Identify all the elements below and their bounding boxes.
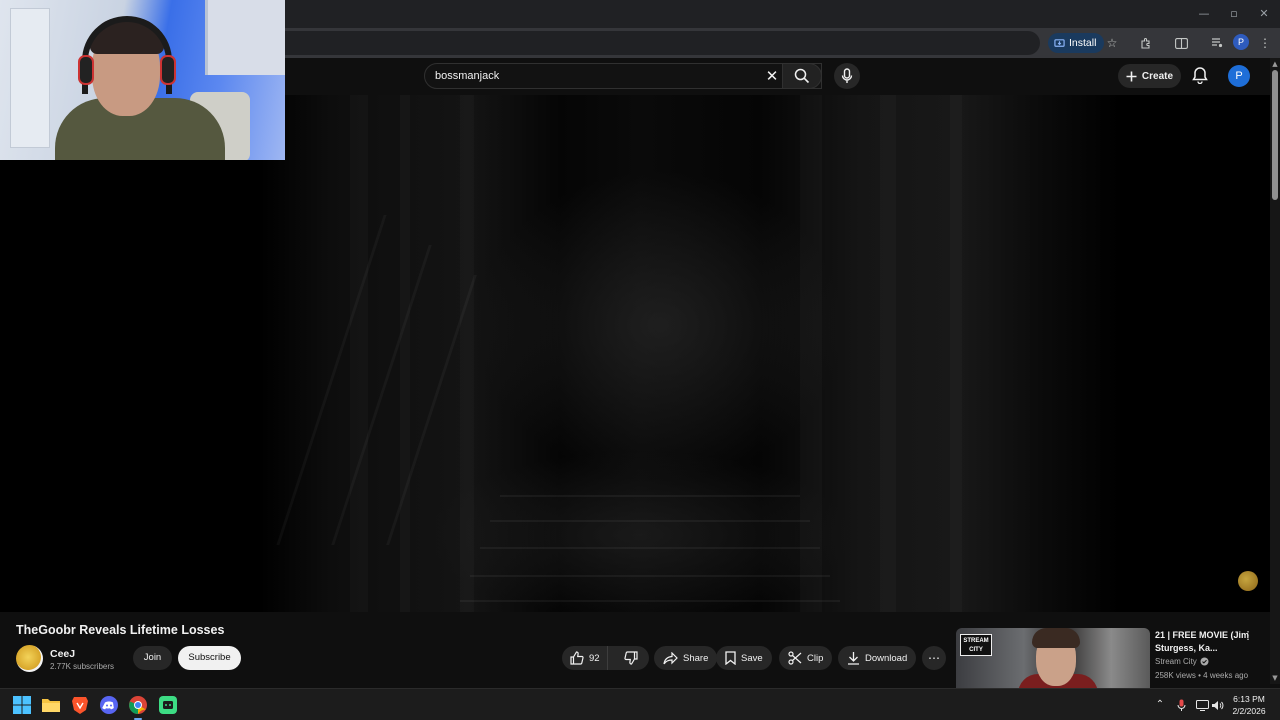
clip-button[interactable]: Clip — [779, 646, 833, 670]
video-texture — [470, 575, 830, 577]
thumbnail-hair — [1032, 628, 1080, 648]
star-icon[interactable]: ☆ — [1103, 34, 1121, 52]
video-texture — [800, 95, 822, 612]
save-label: Save — [741, 652, 763, 664]
video-title: TheGoobr Reveals Lifetime Losses — [16, 623, 225, 637]
video-texture — [500, 495, 800, 497]
network-icon[interactable] — [1195, 698, 1209, 712]
volume-icon[interactable] — [1210, 698, 1224, 712]
search-icon — [794, 68, 810, 84]
webcam-overlay — [0, 0, 285, 160]
video-texture — [460, 95, 474, 612]
thumbs-up-icon — [570, 651, 584, 665]
subscribe-button[interactable]: Subscribe — [178, 646, 241, 670]
chevron-up-icon[interactable]: ⌃ — [1153, 698, 1167, 712]
discord-icon[interactable] — [98, 694, 120, 716]
scroll-down-arrow[interactable]: ▼ — [1271, 674, 1279, 682]
close-window-icon[interactable]: ✕ — [1256, 6, 1272, 22]
media-controls-icon[interactable] — [1208, 34, 1226, 52]
video-texture — [276, 215, 387, 545]
video-texture — [490, 520, 810, 522]
like-count: 92 — [589, 652, 600, 664]
download-icon — [848, 652, 859, 665]
subscriber-count: 2.77K subscribers — [50, 662, 115, 671]
search-query: bossmanjack — [435, 70, 500, 82]
search-button[interactable] — [782, 63, 822, 89]
more-icon[interactable]: ⋯ — [922, 646, 946, 670]
channel-name[interactable]: CeeJ — [50, 648, 75, 660]
brave-icon[interactable] — [69, 694, 91, 716]
bell-icon — [1192, 67, 1208, 85]
recommended-meta: 258K views • 4 weeks ago — [1155, 671, 1249, 680]
video-texture — [350, 95, 368, 612]
webcam-door — [10, 8, 50, 148]
windows-start-icon[interactable] — [11, 694, 33, 716]
minimize-icon[interactable]: — — [1196, 6, 1212, 22]
browser-profile-avatar[interactable]: P — [1233, 34, 1249, 50]
channel-avatar[interactable] — [16, 645, 43, 672]
avatar[interactable]: P — [1228, 65, 1250, 87]
bookmark-icon — [725, 651, 736, 665]
install-label: Install — [1069, 37, 1097, 49]
kebab-menu-icon[interactable]: ⋮ — [1256, 34, 1274, 52]
clip-label: Clip — [807, 652, 824, 664]
search-input[interactable]: bossmanjack ✕ — [424, 63, 822, 89]
video-texture — [880, 95, 896, 612]
recommended-thumbnail[interactable]: STREAM CITY — [956, 628, 1150, 690]
video-texture — [400, 95, 410, 612]
video-player[interactable] — [0, 95, 1270, 612]
video-info: TheGoobr Reveals Lifetime Losses CeeJ 2.… — [0, 612, 1270, 690]
split-view-icon[interactable] — [1172, 34, 1190, 52]
like-button[interactable]: 92 — [562, 646, 608, 670]
microphone-tray-icon[interactable] — [1174, 698, 1188, 712]
stream-city-logo: STREAM CITY — [960, 634, 992, 656]
verified-icon — [1200, 657, 1209, 666]
webcam-earcup — [160, 55, 176, 85]
app-icon[interactable] — [157, 694, 179, 716]
clear-icon[interactable]: ✕ — [763, 67, 781, 85]
recommended-channel-name: Stream City — [1155, 657, 1197, 666]
scissors-icon — [788, 651, 802, 665]
scroll-thumb[interactable] — [1272, 70, 1278, 200]
video-texture — [331, 245, 432, 545]
join-button[interactable]: Join — [133, 646, 172, 670]
create-button[interactable]: Create — [1118, 64, 1181, 88]
webcam-earcup — [78, 55, 94, 85]
clock-date: 2/2/2026 — [1232, 706, 1266, 716]
file-explorer-icon[interactable] — [40, 694, 62, 716]
webcam-frame — [205, 0, 285, 75]
webcam-headset — [82, 16, 172, 94]
notifications-button[interactable] — [1191, 66, 1211, 86]
like-dislike-group: 92 — [562, 646, 649, 670]
install-icon — [1054, 38, 1065, 47]
clock-time: 6:13 PM — [1233, 694, 1265, 704]
video-texture — [460, 600, 840, 602]
recommended-channel[interactable]: Stream City — [1155, 657, 1209, 666]
page-scrollbar[interactable]: ▲ ▼ — [1270, 58, 1280, 684]
share-label: Share — [683, 652, 709, 664]
share-icon — [663, 651, 678, 664]
download-button[interactable]: Download — [838, 646, 917, 670]
scroll-up-arrow[interactable]: ▲ — [1271, 60, 1279, 68]
thumbs-down-icon — [624, 651, 638, 665]
download-label: Download — [865, 652, 908, 664]
share-button[interactable]: Share — [654, 646, 718, 670]
video-texture — [480, 547, 820, 549]
create-label: Create — [1141, 70, 1174, 82]
video-texture — [950, 95, 962, 612]
plus-icon — [1126, 71, 1137, 81]
voice-search-button[interactable] — [834, 63, 860, 89]
save-button[interactable]: Save — [716, 646, 772, 670]
recommended-title[interactable]: 21 | FREE MOVIE (Jim Sturgess, Ka... — [1155, 629, 1255, 655]
chrome-icon[interactable] — [127, 694, 149, 720]
maximize-icon[interactable]: ▫ — [1226, 6, 1242, 22]
recommended-menu-icon[interactable]: ⋮ — [1242, 629, 1254, 643]
taskbar-clock[interactable]: 6:13 PM 2/2/2026 — [1226, 693, 1272, 717]
taskbar: ⌃ 6:13 PM 2/2/2026 — [0, 688, 1280, 720]
mic-icon — [841, 68, 853, 83]
channel-watermark[interactable] — [1238, 571, 1258, 591]
install-button[interactable]: Install — [1048, 33, 1105, 53]
extensions-icon[interactable] — [1137, 34, 1155, 52]
dislike-button[interactable] — [613, 646, 649, 670]
